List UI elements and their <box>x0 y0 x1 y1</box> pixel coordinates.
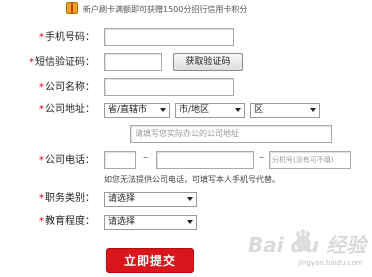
mobile-input[interactable] <box>104 28 234 46</box>
province-select[interactable]: 省/直辖市 <box>104 103 170 118</box>
company-phone-label: *公司电话： <box>39 155 95 166</box>
promo-text: 新户刷卡满额即可获赠1500分招行信用卡积分 <box>83 5 248 14</box>
sms-code-input[interactable] <box>104 53 162 71</box>
company-address-label: *公司地址： <box>39 104 95 115</box>
district-select[interactable]: 区 <box>250 103 320 118</box>
job-type-select[interactable]: 请选择 <box>104 192 197 207</box>
city-select[interactable]: 市/地区 <box>175 103 245 118</box>
job-type-label: *职务类别： <box>39 193 95 204</box>
company-name-input[interactable] <box>104 78 234 96</box>
required-star: * <box>39 32 44 43</box>
submit-button[interactable]: 立即提交 <box>106 248 194 273</box>
gift-icon <box>66 2 78 14</box>
phone-dash: – <box>259 152 264 163</box>
phone-extension-input[interactable]: 分机号(没有可不填) <box>269 151 351 169</box>
get-sms-code-button[interactable]: 获取验证码 <box>173 53 243 71</box>
education-select[interactable]: 请选择 <box>104 215 197 230</box>
chevron-down-icon <box>160 108 166 112</box>
chevron-down-icon <box>310 108 316 112</box>
company-name-label: *公司名称： <box>39 82 95 93</box>
chevron-down-icon <box>235 108 241 112</box>
address-detail-input[interactable]: 请填写您实际办公的公司地址 <box>130 125 332 143</box>
sms-code-label: *短信验证码： <box>29 57 95 68</box>
phone-hint: 如您无法提供公司电话，可填写本人手机号代替。 <box>104 175 280 184</box>
education-label: *教育程度： <box>39 216 95 227</box>
mobile-label: *手机号码： <box>39 32 95 43</box>
chevron-down-icon <box>187 220 193 224</box>
phone-dash: – <box>143 152 148 163</box>
phone-number-input[interactable] <box>156 151 254 169</box>
watermark-url: jingyan.baidu.com <box>298 259 363 267</box>
promo-banner: 新户刷卡满额即可获赠1500分招行信用卡积分 <box>66 2 247 14</box>
phone-area-code-input[interactable] <box>104 151 136 169</box>
chevron-down-icon <box>187 197 193 201</box>
